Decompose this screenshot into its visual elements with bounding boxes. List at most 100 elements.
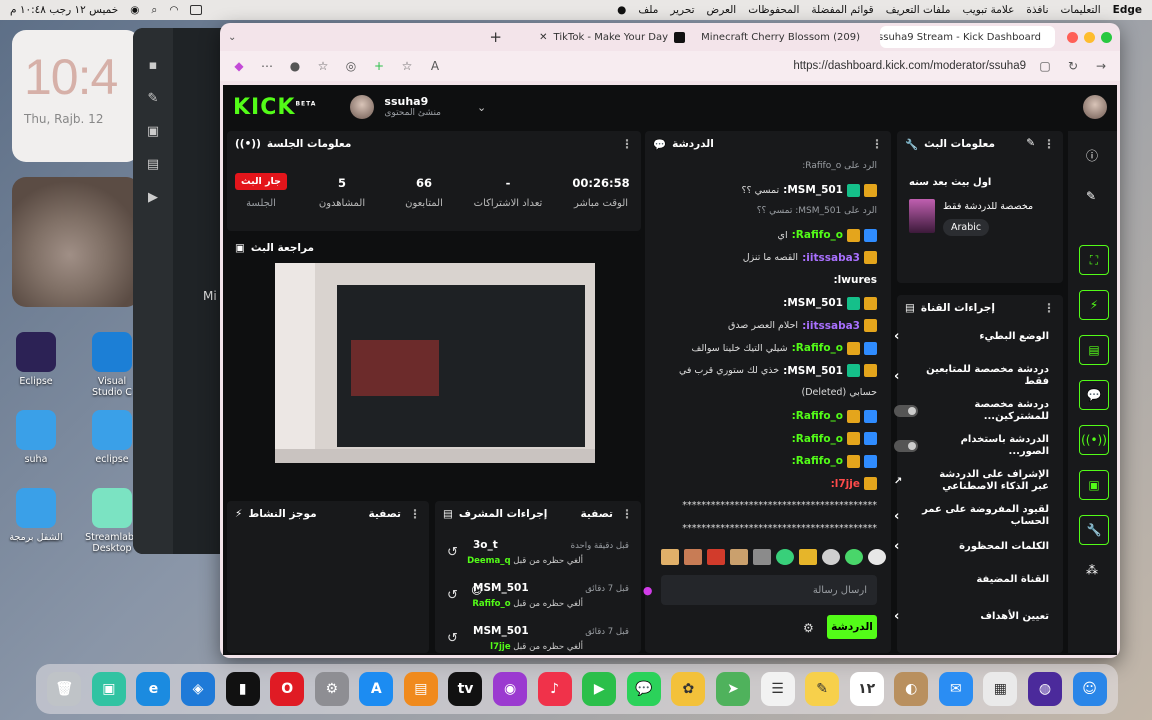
info-icon[interactable]: ⓘ	[1086, 147, 1098, 164]
more-options-icon[interactable]: ⋮	[409, 507, 421, 521]
search-icon[interactable]: ⌕	[151, 4, 157, 17]
more-options-icon[interactable]: ⋮	[871, 137, 883, 151]
emote-icon[interactable]	[730, 549, 748, 565]
chevron-left-icon[interactable]: ›	[894, 509, 899, 524]
chevron-left-icon[interactable]: ›	[894, 369, 899, 384]
launchpad-dock-icon[interactable]: ▦	[983, 672, 1018, 706]
read-aloud-icon[interactable]: A	[426, 59, 444, 73]
messages-dock-icon[interactable]: 💬	[626, 672, 661, 706]
battery-icon[interactable]	[190, 5, 203, 15]
menubar-item[interactable]: نافذة	[1026, 4, 1048, 16]
extensions-icon[interactable]: ◎	[342, 59, 360, 73]
apple-tv-dock-icon[interactable]: tv	[448, 672, 483, 706]
emote-icon[interactable]	[845, 549, 863, 565]
defender-dock-icon[interactable]: ◈	[181, 672, 216, 706]
chat-username[interactable]: iitssaba3:	[802, 252, 860, 264]
notes-dock-icon[interactable]: ✎	[805, 672, 840, 706]
user-avatar[interactable]	[1083, 95, 1107, 119]
chat-username[interactable]: MSM_501:	[783, 297, 843, 309]
menubar-item[interactable]: العرض	[707, 4, 737, 16]
profile-icon[interactable]: ●	[286, 59, 304, 73]
notes-rail-button[interactable]: ▤	[1079, 335, 1109, 365]
activity-filter[interactable]: تصفية	[369, 508, 402, 520]
emote-icon[interactable]	[868, 549, 886, 565]
chat-username[interactable]: Rafifo_o:	[792, 433, 843, 445]
menubar-item[interactable]: قوائم المفضلة	[811, 4, 873, 16]
back-nav-icon[interactable]: ▣	[147, 124, 159, 139]
group-icon[interactable]: ⁂	[1086, 563, 1098, 577]
chat-message[interactable]: iitssaba3: القصه ما تنزل	[657, 251, 877, 265]
chat-username[interactable]: l7jje:	[831, 478, 860, 490]
zoom-button[interactable]	[1101, 31, 1112, 43]
favorites-icon[interactable]: ☆	[314, 59, 332, 73]
channel-action-row[interactable]: دردشة مخصصة للمشتركين...	[894, 399, 1049, 423]
channel-switcher[interactable]: ssuha9 منشئ المحتوى	[384, 95, 441, 119]
undo-icon[interactable]: ↺	[447, 631, 458, 646]
channel-action-row[interactable]: لقيود المفروضة على عمر الحساب ›	[894, 504, 1049, 528]
more-options-icon[interactable]: ⋮	[1043, 137, 1055, 151]
chat-message[interactable]: l7jje:	[657, 477, 877, 491]
external-link-icon[interactable]: ↗	[894, 476, 902, 487]
chat-message[interactable]: MSM_501:	[657, 296, 877, 310]
channel-action-row[interactable]: دردشة مخصصة للمتابعين فقط ›	[894, 364, 1049, 388]
chat-message[interactable]: Rafifo_o: اي	[657, 228, 877, 242]
emote-icon[interactable]	[684, 549, 702, 565]
settings-dock-icon[interactable]: ⚙	[314, 672, 349, 706]
edit-icon[interactable]: ✎	[1026, 137, 1035, 151]
finder-dock-icon[interactable]: ☺	[1072, 672, 1107, 706]
back-nav-icon[interactable]: ▪	[149, 58, 158, 73]
more-options-icon[interactable]: ⋮	[1043, 301, 1055, 315]
undo-icon[interactable]: ↺	[447, 588, 458, 603]
menubar-item[interactable]: علامة تبويب	[962, 4, 1014, 16]
close-button[interactable]	[1067, 31, 1078, 43]
close-tab-icon[interactable]: ✕	[539, 32, 547, 43]
undo-icon[interactable]: ↺	[447, 545, 458, 560]
menubar-item[interactable]: ملف	[638, 4, 658, 16]
more-options-icon[interactable]: ⋮	[621, 507, 633, 521]
channel-action-row[interactable]: القناة المضيفة	[894, 574, 1049, 586]
browser-tab[interactable]: ssuha9 Stream - Kick Dashboard✕	[880, 26, 1055, 48]
chat-message[interactable]: الرد على Rafifo_o:	[657, 161, 877, 171]
kick-logo[interactable]: KICKBETA	[233, 95, 316, 120]
url-field[interactable]: https://dashboard.kick.com/moderator/ssu…	[454, 60, 1026, 72]
menubar-item[interactable]: تحرير	[670, 4, 694, 16]
menubar-item[interactable]: ملفات التعريف	[886, 4, 951, 16]
calendar-dock-icon[interactable]: ١٢	[849, 672, 884, 706]
chat-username[interactable]: Rafifo_o:	[792, 342, 843, 354]
chat-message[interactable]: lwures:	[657, 274, 877, 286]
menubar-item[interactable]: التعليمات	[1061, 4, 1101, 16]
add-extension-icon[interactable]: +	[370, 59, 388, 73]
browser-tab[interactable]: (209) Minecraft Cherry Blossom✕	[699, 26, 874, 48]
toggle-switch[interactable]	[894, 440, 918, 452]
lightning-rail-button[interactable]: ⚡	[1079, 290, 1109, 320]
chat-send-button[interactable]: الدردشة	[827, 615, 877, 639]
chat-message[interactable]: ****************************************…	[657, 523, 877, 534]
channel-action-row[interactable]: الكلمات المحظورة ›	[894, 539, 1049, 554]
edit-rail-icon[interactable]: ✎	[1086, 189, 1096, 203]
menubar-item[interactable]: المحفوظات	[748, 4, 799, 16]
forward-icon[interactable]: →	[1092, 59, 1110, 73]
emote-icon[interactable]	[822, 549, 840, 565]
chat-username[interactable]: Rafifo_o:	[792, 455, 843, 467]
chat-username[interactable]: Rafifo_o:	[792, 229, 843, 241]
channel-action-row[interactable]: الوضع البطيء ›	[894, 329, 1049, 344]
broadcast-rail-button[interactable]: ((•))	[1079, 425, 1109, 455]
channel-action-row[interactable]: تعيين الأهداف ›	[894, 609, 1049, 624]
chevron-left-icon[interactable]: ›	[894, 609, 899, 624]
channel-action-row[interactable]: الإشراف على الدردشة عبر الذكاء الاصطناعي…	[894, 469, 1049, 493]
chat-username[interactable]: MSM_501:	[783, 184, 843, 196]
back-nav-icon[interactable]: ▤	[147, 157, 159, 172]
app-store-dock-icon[interactable]: A	[359, 672, 394, 706]
chevron-left-icon[interactable]: ›	[894, 329, 899, 344]
desktop-icon[interactable]: suha	[6, 410, 66, 465]
layout-rail-button[interactable]: ▣	[1079, 470, 1109, 500]
emote-icon[interactable]	[776, 549, 794, 565]
chat-message[interactable]: MSM_501: خذي لك ستوري قرب في	[657, 364, 877, 378]
desktop-icon[interactable]: الشفل برمجة	[6, 488, 66, 543]
reload-icon[interactable]: ↻	[1064, 59, 1082, 73]
chat-username[interactable]: MSM_501:	[783, 365, 843, 377]
menubar-app-name[interactable]: Edge	[1113, 4, 1142, 16]
trash-dock-icon[interactable]: 🗑	[47, 672, 82, 706]
emoji-icon[interactable]: ☺	[471, 584, 482, 597]
chat-input[interactable]: ارسال رسالة ● ☺	[471, 575, 877, 605]
